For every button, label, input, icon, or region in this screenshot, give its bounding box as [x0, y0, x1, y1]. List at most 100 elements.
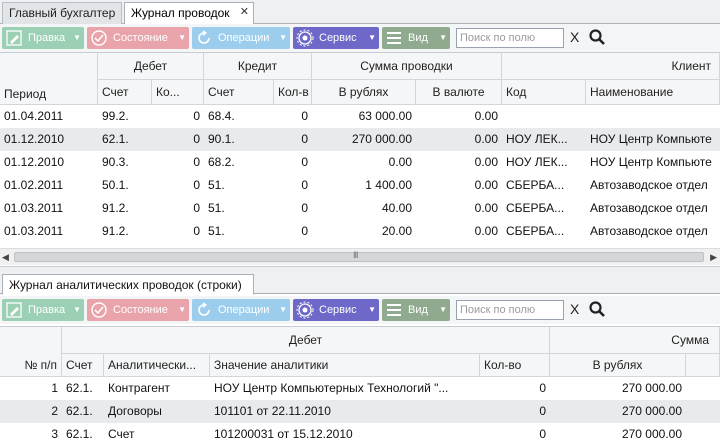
service-button[interactable]: Сервис ▼ [293, 27, 379, 49]
check-circle-icon [91, 30, 107, 46]
journal-cell-period: 01.02.2011 [4, 178, 64, 192]
header-analytic[interactable]: Аналитически... [104, 354, 210, 377]
edit-button[interactable]: Правка ▼ [2, 27, 84, 49]
view-button[interactable]: Вид ▼ [382, 27, 450, 49]
header-debit-account[interactable]: Счет [98, 80, 152, 105]
header-credit-account[interactable]: Счет [204, 80, 274, 105]
analytic-cell-qty: 0 [539, 404, 546, 418]
journal-cell-code: СБЕРБА... [506, 201, 565, 215]
scroll-right-icon[interactable]: ▶ [710, 252, 717, 263]
journal-cell-period: 01.04.2011 [4, 109, 64, 123]
header-period[interactable]: Период [0, 84, 98, 105]
journal-cell-period: 01.03.2011 [4, 201, 64, 215]
table-row[interactable]: 01.03.2011 91.2. 0 51. 0 40.00 0.00 СБЕРБА... Ав… [0, 197, 720, 220]
journal-cell-rub: 20.00 [381, 224, 412, 238]
journal-toolbar: Правка ▼ Состояние ▼ Операции ▼ Сервис ▼… [0, 24, 720, 52]
header-debit-qty[interactable]: Ко... [152, 80, 204, 105]
journal-cell-rub: 40.00 [381, 201, 412, 215]
journal-cell-d_account: 91.2. [102, 224, 129, 238]
header-rub[interactable]: В рублях [550, 354, 686, 377]
clear-search-button[interactable]: X [570, 301, 579, 317]
table-row[interactable]: 01.12.2010 90.3. 0 68.2. 0 0.00 0.00 НОУ ЛЕК...… [0, 151, 720, 174]
view-button[interactable]: Вид ▼ [382, 299, 450, 321]
header-filler [686, 354, 720, 377]
tab-label: Журнал аналитических проводок (строки) [9, 278, 242, 292]
table-row[interactable]: 01.02.2011 50.1. 0 51. 0 1 400.00 0.00 СБЕРБА..… [0, 174, 720, 197]
journal-cell-rub: 1 400.00 [365, 178, 412, 192]
journal-cell-code: СБЕРБА... [506, 224, 565, 238]
header-value[interactable]: Значение аналитики [210, 354, 480, 377]
scroll-thumb[interactable]: III [14, 250, 704, 262]
chevron-down-icon: ▼ [439, 305, 447, 314]
analytic-cell-account: 62.1. [66, 404, 93, 418]
journal-cell-d_qty: 0 [193, 155, 200, 169]
header-group-credit: Кредит [204, 53, 312, 80]
search-input[interactable] [456, 28, 564, 48]
posting-journal-grid: Дебет Кредит Сумма проводки Клиент Перио… [0, 52, 720, 249]
scroll-left-icon[interactable]: ◀ [2, 252, 9, 263]
table-row[interactable]: 01.04.2011 99.2. 0 68.4. 0 63 000.00 0.00 [0, 105, 720, 128]
clear-search-button[interactable]: X [570, 29, 579, 45]
refresh-icon [198, 30, 210, 44]
header-credit-qty[interactable]: Кол-в [274, 80, 312, 105]
journal-cell-d_qty: 0 [193, 201, 200, 215]
edit-button[interactable]: Правка ▼ [2, 299, 84, 321]
pencil-icon [6, 30, 22, 46]
tab-posting-journal[interactable]: Журнал проводок ✕ [124, 2, 254, 25]
refresh-icon [198, 302, 210, 316]
table-row[interactable]: 1 62.1. Контрагент НОУ Центр Компьютерных Т… [0, 377, 720, 400]
state-button[interactable]: Состояние ▼ [87, 299, 189, 321]
journal-cell-cur: 0.00 [474, 178, 498, 192]
header-sum-cur[interactable]: В валюте [416, 80, 502, 105]
table-row[interactable]: 01.12.2010 62.1. 0 90.1. 0 270 000.00 0.00 НОУ … [0, 128, 720, 151]
journal-rows: 01.04.2011 99.2. 0 68.4. 0 63 000.00 0.00 01.12… [0, 105, 720, 249]
header-client-name[interactable]: Наименование [586, 80, 720, 105]
edit-label: Правка [28, 32, 66, 44]
state-label: Состояние [113, 32, 168, 44]
header-group-client: Клиент [502, 53, 720, 80]
journal-cell-c_qty: 0 [301, 224, 308, 238]
analytic-cell-analytic: Контрагент [108, 381, 171, 395]
table-row[interactable]: 01.03.2011 91.2. 0 51. 0 20.00 0.00 СБЕРБА... Ав… [0, 220, 720, 243]
gear-icon [296, 29, 314, 47]
service-button[interactable]: Сервис ▼ [293, 299, 379, 321]
analytic-grid: Дебет Сумма № п/п Счет Аналитически... З… [0, 326, 720, 442]
state-button[interactable]: Состояние ▼ [87, 27, 189, 49]
journal-cell-d_account: 91.2. [102, 201, 129, 215]
check-circle-icon [91, 302, 107, 318]
journal-cell-code: НОУ ЛЕК... [506, 155, 568, 169]
chevron-down-icon: ▼ [178, 305, 186, 314]
operations-button[interactable]: Операции ▼ [192, 299, 290, 321]
header-client-code[interactable]: Код [502, 80, 586, 105]
horizontal-scrollbar[interactable]: ◀ III ▶ [0, 248, 720, 265]
journal-cell-name: Автозаводское отдел [590, 201, 708, 215]
tab-bar: Главный бухгалтер Журнал проводок ✕ [0, 0, 720, 25]
header-num[interactable]: № п/п [0, 354, 62, 377]
tab-analytic-postings[interactable]: Журнал аналитических проводок (строки) [2, 274, 254, 295]
search-input[interactable] [456, 300, 564, 320]
pencil-icon [6, 302, 22, 318]
analytic-cell-num: 1 [51, 381, 58, 395]
header-group-sum: Сумма [550, 327, 720, 354]
journal-cell-c_account: 68.2. [208, 155, 235, 169]
close-icon[interactable]: ✕ [240, 2, 249, 22]
chevron-down-icon: ▼ [73, 305, 81, 314]
table-row[interactable]: 2 62.1. Договоры 101101 от 22.11.2010 0 270 0… [0, 400, 720, 423]
table-row[interactable]: 3 62.1. Счет 101200031 от 15.12.2010 0 270 00… [0, 423, 720, 442]
operations-button[interactable]: Операции ▼ [192, 27, 290, 49]
journal-cell-d_qty: 0 [193, 132, 200, 146]
header-group-debit: Дебет [98, 53, 204, 80]
analytic-toolbar: Правка ▼ Состояние ▼ Операции ▼ Сервис ▼… [0, 296, 720, 324]
header-account[interactable]: Счет [62, 354, 104, 377]
journal-cell-code [502, 105, 586, 128]
list-icon [387, 304, 401, 316]
tab-chief-accountant[interactable]: Главный бухгалтер [2, 2, 122, 24]
search-icon[interactable] [588, 300, 606, 318]
search-icon[interactable] [588, 28, 606, 46]
header-qty[interactable]: Кол-во [480, 354, 550, 377]
service-label: Сервис [319, 32, 357, 44]
journal-cell-d_qty: 0 [193, 224, 200, 238]
journal-cell-d_account: 50.1. [102, 178, 129, 192]
header-sum-rub[interactable]: В рублях [312, 80, 416, 105]
journal-cell-d_account: 90.3. [102, 155, 129, 169]
